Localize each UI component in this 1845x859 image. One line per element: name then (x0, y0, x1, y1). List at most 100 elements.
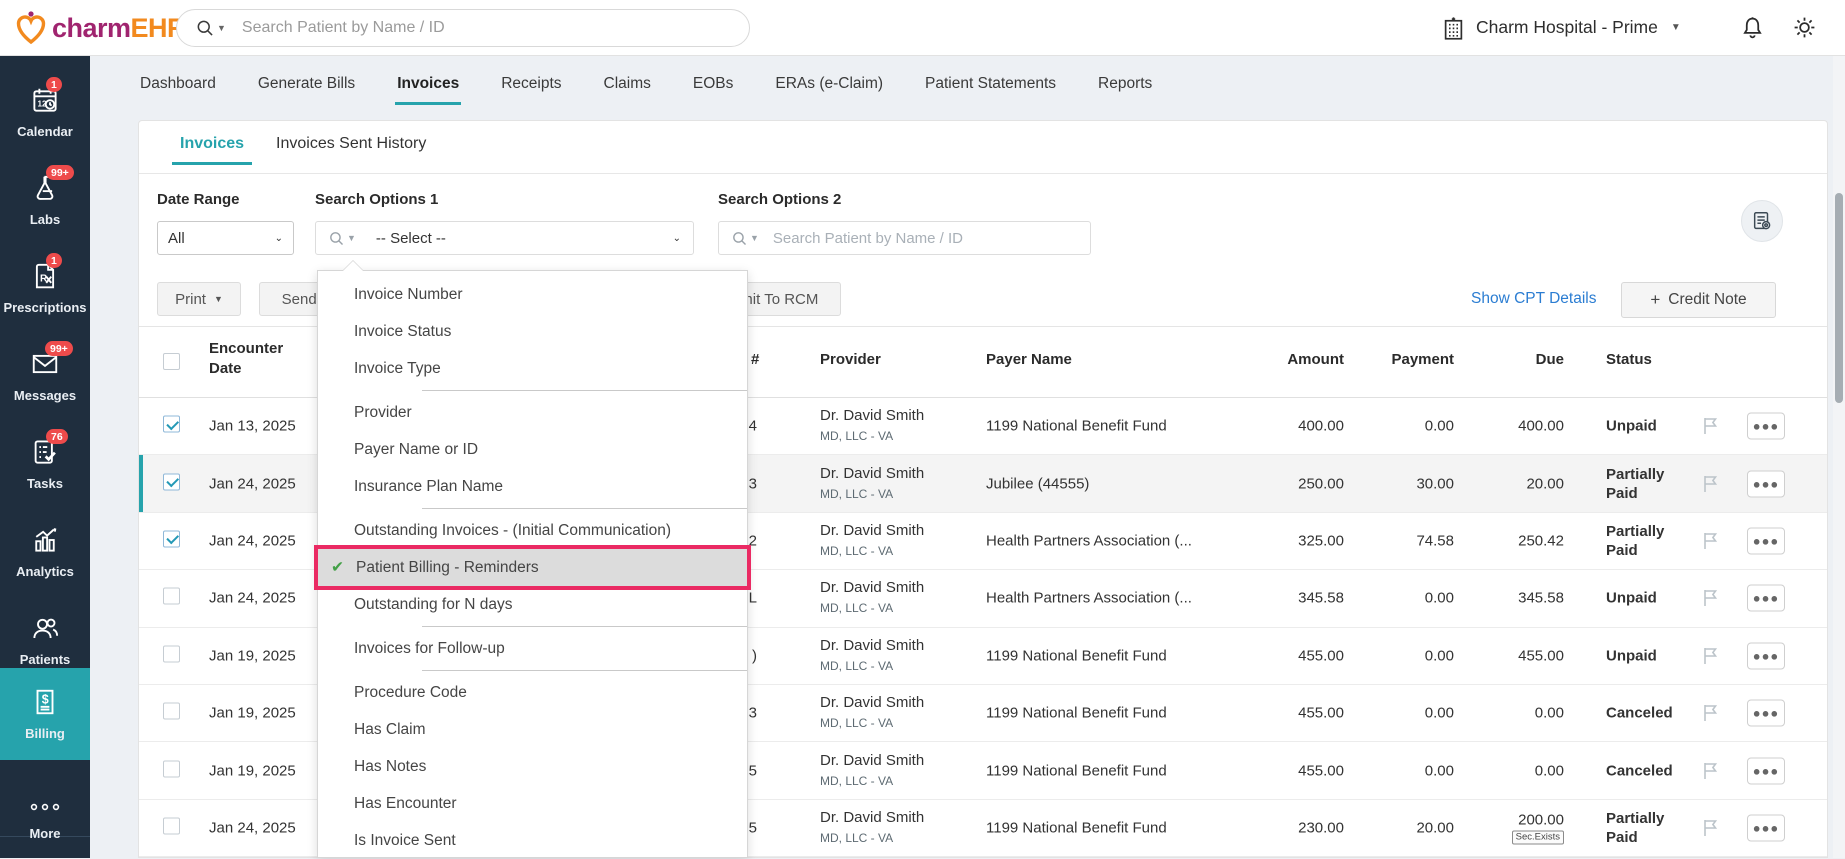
sidebar-item-more[interactable]: More (0, 782, 90, 858)
organization-switcher[interactable]: Charm Hospital - Prime ▼ (1440, 14, 1681, 41)
row-actions-button[interactable]: ●●● (1747, 412, 1785, 440)
row-actions-button[interactable]: ●●● (1747, 642, 1785, 670)
row-actions-button[interactable]: ●●● (1747, 814, 1785, 842)
sidebar: 12 1 Calendar 99+ Labs R1 Prescriptions 9… (0, 56, 90, 858)
sidebar-item-labs[interactable]: 99+ Labs (0, 158, 90, 242)
sidebar-item-tasks[interactable]: 76 Tasks (0, 422, 90, 506)
row-checkbox[interactable] (163, 760, 180, 778)
search-options-2-field[interactable]: ▼ (718, 221, 1091, 255)
dropdown-option[interactable]: ✔ (318, 387, 747, 394)
sidebar-item-prescriptions[interactable]: R1 Prescriptions (0, 246, 90, 330)
tasks-badge: 76 (46, 429, 68, 444)
provider-entity: MD, LLC - VA (820, 429, 894, 444)
date-range-select[interactable]: All ⌄ (157, 221, 294, 255)
top-bar: charmEHR ▼ Charm Hospital - Prime ▼ (0, 0, 1845, 56)
search-options-2-input[interactable] (772, 229, 1073, 247)
col-status: Status (1606, 351, 1652, 368)
dropdown-option[interactable]: ✔Invoices for Follow-up (318, 630, 747, 667)
vertical-scrollbar[interactable] (1833, 56, 1845, 858)
nav-tab[interactable]: Patient Statements (925, 75, 1056, 93)
dropdown-option[interactable]: ✔Invoice Type (318, 350, 747, 387)
settings-gear-icon[interactable] (1792, 15, 1817, 40)
provider-name: Dr. David Smith (820, 636, 925, 654)
status-text: Partially Paid (1606, 522, 1665, 559)
row-actions-button[interactable]: ●●● (1747, 699, 1785, 727)
dropdown-option[interactable]: ✔Procedure Code (318, 674, 747, 711)
dropdown-option[interactable]: ✔Insurance Plan Name (318, 468, 747, 505)
flag-icon[interactable] (1702, 474, 1719, 493)
row-actions-button[interactable]: ●●● (1747, 527, 1785, 555)
search-icon[interactable]: ▼ (195, 18, 226, 38)
dropdown-option[interactable]: ✔Payer Name or ID (318, 431, 747, 468)
dropdown-option[interactable]: ✔Has Notes (318, 748, 747, 785)
nav-tab[interactable]: Reports (1098, 75, 1152, 93)
dropdown-option[interactable]: ✔Invoice Number (318, 276, 747, 313)
sidebar-item-messages[interactable]: 99+ Messages (0, 334, 90, 418)
scrollbar-thumb[interactable] (1835, 193, 1843, 403)
credit-note-button[interactable]: + Credit Note (1621, 282, 1776, 318)
flag-icon[interactable] (1702, 646, 1719, 665)
dropdown-option[interactable]: ✔Is Invoice Sent (318, 822, 747, 859)
sidebar-item-analytics[interactable]: Analytics (0, 510, 90, 594)
row-actions-button[interactable]: ●●● (1747, 470, 1785, 498)
caret-icon: ▼ (347, 233, 356, 243)
row-checkbox[interactable] (163, 530, 180, 548)
logo-charm: charm (52, 12, 131, 43)
flag-icon[interactable] (1702, 417, 1719, 436)
nav-tab[interactable]: Dashboard (140, 75, 216, 93)
selected-check-icon: ✔ (331, 559, 344, 576)
print-button[interactable]: Print ▼ (157, 282, 241, 316)
patient-search-input[interactable] (241, 19, 682, 37)
row-checkbox[interactable] (163, 587, 180, 605)
search-options-1-select[interactable]: ▼ -- Select -- ⌄ (315, 221, 694, 255)
dropdown-option[interactable]: ✔ Patient Billing - Reminders (318, 549, 747, 586)
summary-view-button[interactable] (1741, 200, 1783, 242)
charm-heart-icon (16, 11, 46, 45)
row-checkbox[interactable] (163, 702, 180, 720)
nav-tab[interactable]: Generate Bills (258, 75, 355, 93)
provider-entity: MD, LLC - VA (820, 830, 894, 845)
dropdown-option[interactable]: ✔ (318, 505, 747, 512)
date-range-label: Date Range (157, 191, 240, 208)
amount: 345.58 (1298, 589, 1344, 607)
sidebar-item-billing[interactable]: $ Billing (0, 668, 90, 760)
flag-icon[interactable] (1702, 818, 1719, 837)
sidebar-item-calendar[interactable]: 12 1 Calendar (0, 70, 90, 154)
row-checkbox[interactable] (163, 817, 180, 835)
dropdown-option[interactable]: ✔Outstanding for N days (318, 586, 747, 623)
flag-icon[interactable] (1702, 761, 1719, 780)
dropdown-option[interactable]: ✔Has Claim (318, 711, 747, 748)
subtab[interactable]: Invoices (171, 135, 253, 165)
row-checkbox[interactable] (163, 415, 180, 433)
subtab[interactable]: Invoices Sent History (276, 135, 426, 165)
payer-name: 1199 National Benefit Fund (986, 819, 1167, 837)
flag-icon[interactable] (1702, 531, 1719, 550)
invoices-subtabs: Invoices Invoices Sent History (171, 135, 426, 165)
nav-tab[interactable]: EOBs (693, 75, 733, 93)
row-actions-button[interactable]: ●●● (1747, 584, 1785, 612)
patient-search-bar[interactable]: ▼ (176, 9, 750, 47)
dropdown-option[interactable]: ✔Outstanding Invoices - (Initial Communi… (318, 512, 747, 549)
flag-icon[interactable] (1702, 704, 1719, 723)
row-actions-button[interactable]: ●●● (1747, 757, 1785, 785)
flag-icon[interactable] (1702, 589, 1719, 608)
analytics-chart-icon (35, 528, 57, 552)
select-all-checkbox[interactable] (163, 353, 180, 370)
chevron-down-icon: ⌄ (274, 232, 283, 244)
show-cpt-details-link[interactable]: Show CPT Details (1471, 290, 1596, 308)
dropdown-option[interactable]: ✔ (318, 623, 747, 630)
dropdown-option[interactable]: ✔Invoice Status (318, 313, 747, 350)
payment: 0.00 (1424, 647, 1454, 665)
row-checkbox[interactable] (163, 473, 180, 491)
dropdown-option[interactable]: ✔Provider (318, 394, 747, 431)
search-options-2-label: Search Options 2 (718, 191, 842, 208)
dropdown-option[interactable]: ✔ (318, 667, 747, 674)
notifications-bell-icon[interactable] (1740, 15, 1765, 40)
nav-tab[interactable]: Receipts (501, 75, 561, 93)
nav-tab[interactable]: Invoices (395, 75, 462, 105)
nav-tab[interactable]: ERAs (e-Claim) (775, 75, 883, 93)
nav-tab[interactable]: Claims (604, 75, 651, 93)
row-checkbox[interactable] (163, 645, 180, 663)
dropdown-option[interactable]: ✔Has Encounter (318, 785, 747, 822)
provider-entity: MD, LLC - VA (820, 543, 894, 558)
